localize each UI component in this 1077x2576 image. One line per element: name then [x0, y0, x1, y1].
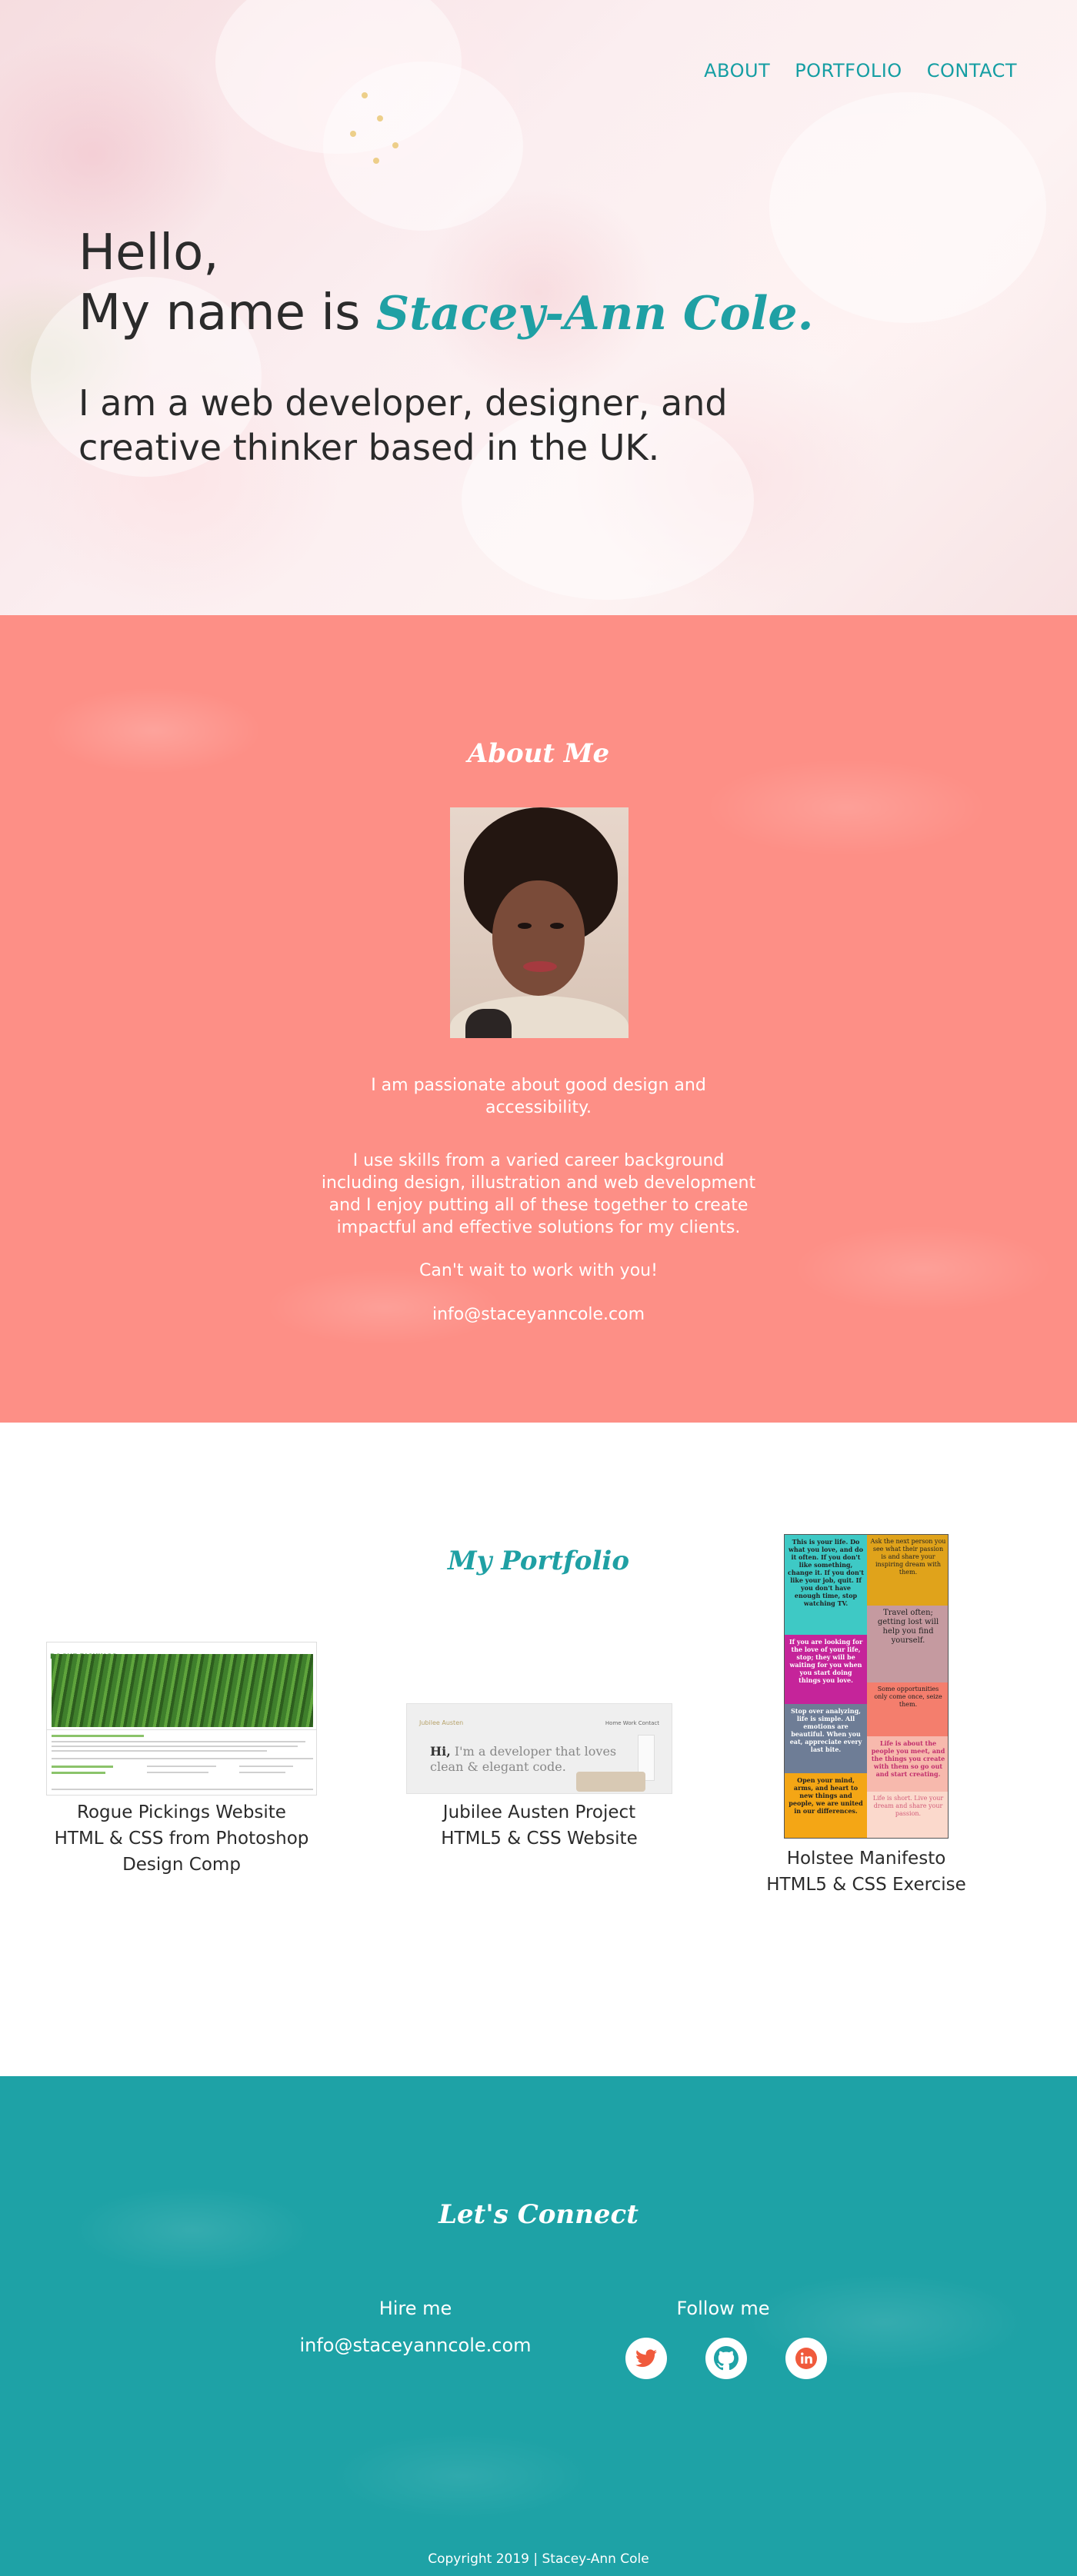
- work-caption: Holstee Manifesto HTML5 & CSS Exercise: [728, 1845, 1005, 1898]
- work-title: Holstee Manifesto: [786, 1849, 946, 1869]
- twitter-link[interactable]: [625, 2338, 667, 2379]
- about-email: info@staceyanncole.com: [0, 1303, 1077, 1326]
- about-line: including design, illustration and web d…: [321, 1173, 756, 1193]
- manifesto-cell: Life is about the people you meet, and t…: [867, 1736, 948, 1792]
- hero-name-prefix: My name is: [78, 285, 376, 341]
- github-icon: [714, 2346, 739, 2371]
- manifesto-cell: Travel often; getting lost will help you…: [867, 1606, 948, 1682]
- hire-me-label: Hire me: [378, 2298, 452, 2319]
- thumb-text-line: [52, 1741, 305, 1742]
- nav-contact-link[interactable]: CONTACT: [927, 60, 1017, 82]
- jubilee-austen-thumbnail[interactable]: Jubilee Austen Home Work Contact Hi, I'm…: [406, 1703, 672, 1794]
- thumb-text-line: [239, 1766, 293, 1767]
- thumb-text-line: [52, 1758, 313, 1759]
- about-line: I am passionate about good design and: [371, 1076, 706, 1095]
- thumb-text-line: [239, 1772, 285, 1773]
- work-title: Rogue Pickings Website: [77, 1802, 286, 1822]
- github-link[interactable]: [705, 2338, 747, 2379]
- manifesto-cell: If you are looking for the love of your …: [785, 1635, 867, 1704]
- manifesto-cell: Life is short. Live your dream and share…: [867, 1792, 948, 1838]
- blossom-petal: [323, 62, 523, 231]
- follow-me-label: Follow me: [676, 2298, 770, 2319]
- thumb-brand: Jubilee Austen: [419, 1719, 464, 1726]
- work-caption: Jubilee Austen Project HTML5 & CSS Websi…: [406, 1799, 672, 1852]
- manifesto-cell: Open your mind, arms, and heart to new t…: [785, 1773, 867, 1838]
- connect-title: Let's Connect: [438, 2199, 639, 2230]
- about-section: About Me I am passionate about good desi…: [0, 615, 1077, 1423]
- about-line: I use skills from a varied career backgr…: [352, 1151, 725, 1170]
- about-line: impactful and effective solutions for my…: [336, 1218, 741, 1237]
- thumb-text-line: [147, 1772, 208, 1773]
- photo-eye: [550, 923, 564, 929]
- portfolio-item-holstee-manifesto[interactable]: This is your life. Do what you love, and…: [728, 1534, 1005, 1895]
- photo-lips: [523, 961, 557, 972]
- blossom-stamen: [373, 158, 379, 164]
- work-caption: Rogue Pickings Website HTML & CSS from P…: [46, 1799, 317, 1878]
- profile-photo: [450, 807, 629, 1038]
- thumb-desk-shape: [576, 1772, 645, 1792]
- photo-eye: [518, 923, 532, 929]
- manifesto-cell: This is your life. Do what you love, and…: [785, 1535, 867, 1635]
- about-line: and I enjoy putting all of these togethe…: [328, 1196, 749, 1215]
- linkedin-link[interactable]: [785, 2338, 827, 2379]
- thumb-headline-text: I'm a developer that loves: [450, 1744, 617, 1759]
- hero-tagline-line: creative thinker based in the UK.: [78, 427, 660, 468]
- hero-section: ABOUT PORTFOLIO CONTACT Hello, My name i…: [0, 0, 1077, 615]
- photo-collar: [465, 1009, 512, 1038]
- thumb-headline-hi: Hi,: [430, 1744, 451, 1759]
- thumb-headline-text: clean & elegant code.: [430, 1759, 566, 1774]
- linkedin-icon: [795, 2348, 817, 2369]
- about-paragraph: I use skills from a varied career backgr…: [0, 1150, 1077, 1239]
- photo-face: [492, 880, 585, 996]
- twitter-icon: [635, 2349, 657, 2368]
- rogue-pickings-thumbnail[interactable]: ROGUE PICKINGS HOME ABOUT CATEGORIES GAL…: [46, 1642, 317, 1730]
- manifesto-cell: Some opportunities only come once, seize…: [867, 1682, 948, 1736]
- manifesto-cell: Stop over analyzing, life is simple. All…: [785, 1704, 867, 1773]
- hero-tagline-line: I am a web developer, designer, and: [78, 382, 728, 424]
- blossom-stamen: [377, 115, 383, 121]
- thumb-text-line: [52, 1789, 313, 1790]
- copyright-text: Copyright 2019 | Stacey-Ann Cole: [428, 2551, 649, 2567]
- about-cta: Can't wait to work with you!: [419, 1261, 658, 1280]
- nav-portfolio-link[interactable]: PORTFOLIO: [795, 60, 902, 82]
- thumb-text-line: [147, 1766, 216, 1767]
- blossom-stamen: [392, 142, 398, 148]
- portfolio-item-rogue-pickings[interactable]: ROGUE PICKINGS HOME ABOUT CATEGORIES GAL…: [46, 1642, 317, 1875]
- blossom-stamen: [350, 131, 356, 137]
- hire-email: info@staceyanncole.com: [277, 2335, 554, 2356]
- hero-name: Stacey-Ann Cole.: [375, 287, 814, 341]
- blossom-stamen: [362, 92, 368, 98]
- connect-section: Let's Connect Hire me info@staceyanncole…: [0, 2076, 1077, 2576]
- thumb-headline: Hi, I'm a developer that loves clean & e…: [430, 1744, 616, 1775]
- work-subtitle: Design Comp: [122, 1855, 241, 1875]
- thumb-text-line: [52, 1746, 298, 1747]
- thumb-beans-image: [52, 1654, 313, 1727]
- main-nav: ABOUT PORTFOLIO CONTACT: [704, 60, 1017, 82]
- work-subtitle: HTML & CSS from Photoshop: [54, 1829, 309, 1849]
- holstee-manifesto-thumbnail[interactable]: This is your life. Do what you love, and…: [784, 1534, 949, 1839]
- thumb-text-line: [52, 1766, 113, 1768]
- about-paragraph: I am passionate about good design and ac…: [0, 1074, 1077, 1119]
- thumb-text-line: [52, 1772, 105, 1774]
- thumb-text-line: [52, 1735, 144, 1737]
- work-title: Jubilee Austen Project: [442, 1802, 636, 1822]
- about-line: accessibility.: [485, 1098, 592, 1117]
- hero-tagline: I am a web developer, designer, and crea…: [78, 381, 771, 470]
- rogue-pickings-thumbnail-body: [46, 1730, 317, 1796]
- hero-heading: Hello, My name is Stacey-Ann Cole.: [78, 223, 813, 344]
- portfolio-item-jubilee-austen[interactable]: Jubilee Austen Home Work Contact Hi, I'm…: [406, 1703, 672, 1865]
- manifesto-cell: Ask the next person you see what their p…: [867, 1535, 948, 1606]
- thumb-text-line: [52, 1750, 267, 1752]
- thumb-site-nav: Home Work Contact: [605, 1720, 659, 1726]
- about-email-link[interactable]: info@staceyanncole.com: [432, 1305, 645, 1324]
- portfolio-section: My Portfolio ROGUE PICKINGS HOME ABOUT C…: [0, 1423, 1077, 2076]
- work-subtitle: HTML5 & CSS Exercise: [766, 1875, 966, 1895]
- social-links: [625, 2338, 827, 2379]
- work-subtitle: HTML5 & CSS Website: [441, 1829, 638, 1849]
- hero-hello-text: Hello,: [78, 225, 219, 281]
- contact-email-link[interactable]: info@staceyanncole.com: [299, 2335, 531, 2356]
- about-title: About Me: [467, 738, 610, 769]
- nav-about-link[interactable]: ABOUT: [704, 60, 770, 82]
